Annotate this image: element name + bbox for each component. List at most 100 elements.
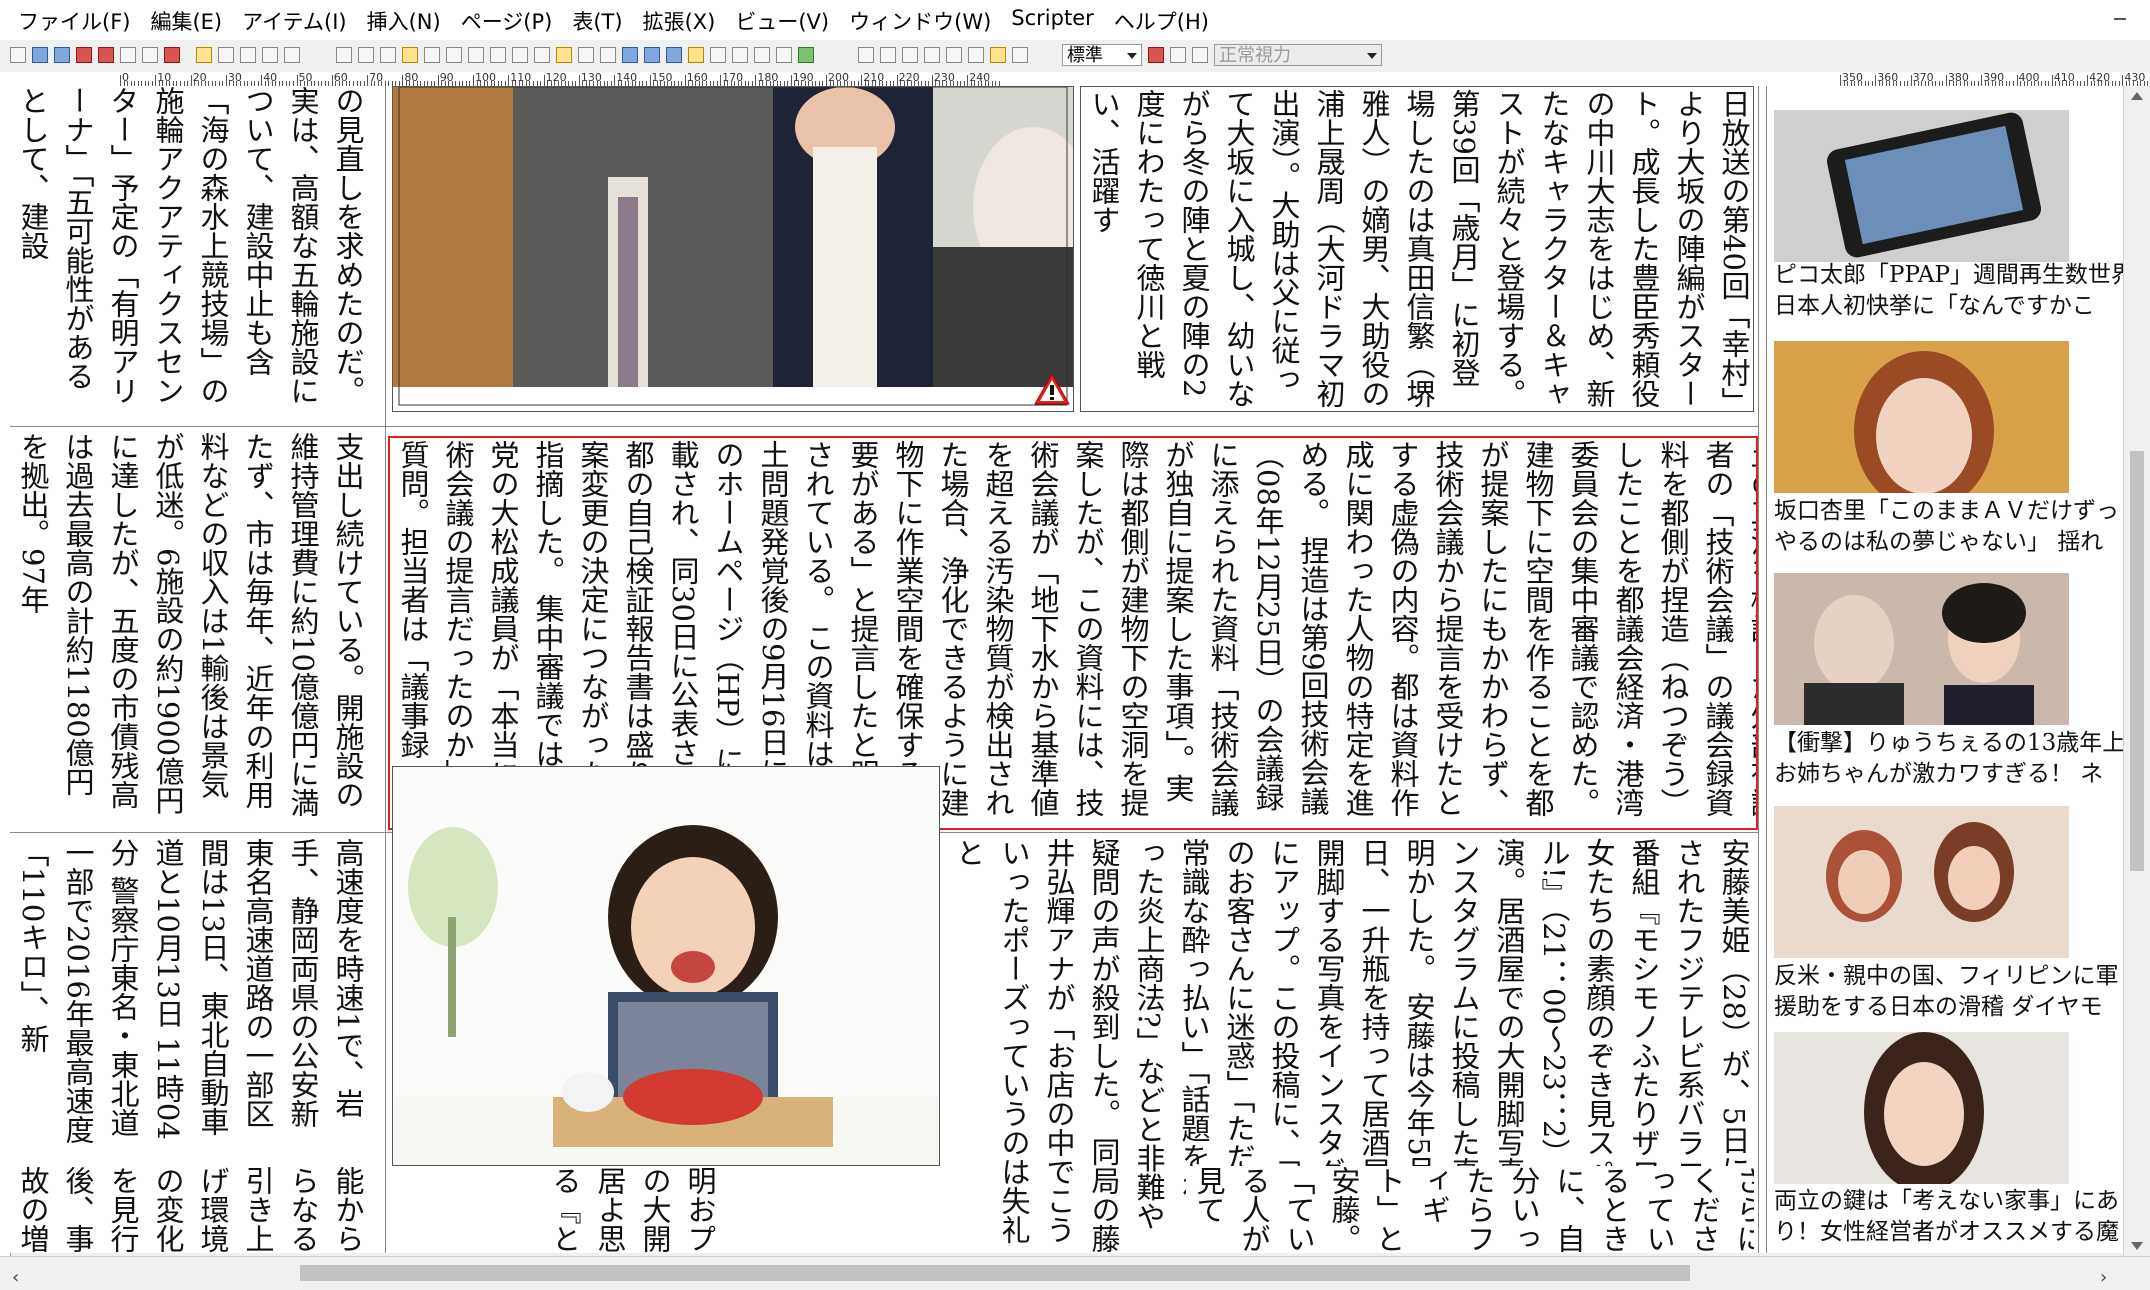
ad-caption-5a[interactable]: 両立の鍵は「考えない家事」にあ (1774, 1186, 2123, 1217)
scroll-up-icon[interactable] (2131, 92, 2143, 100)
text-tool-icon[interactable] (358, 47, 374, 63)
menu-item[interactable]: ヘルプ(H) (1104, 4, 1219, 38)
note-icon[interactable] (990, 47, 1006, 63)
scissors-icon[interactable] (240, 47, 256, 63)
ad-image-5[interactable] (1774, 1032, 2069, 1184)
view-select[interactable]: 正常視力 (1214, 44, 1382, 66)
ad-image-4[interactable] (1774, 806, 2069, 958)
ruler-label: 120 (545, 72, 567, 84)
toolbar: 標準 正常視力 (0, 40, 2150, 73)
menu-item[interactable]: 編集(E) (140, 4, 232, 38)
style-select[interactable]: 標準 (1062, 44, 1142, 66)
ad-caption-3a[interactable]: 【衝撃】りゅうちぇるの13歳年上 (1774, 728, 2123, 759)
open-icon[interactable] (32, 47, 48, 63)
grid-tool-icon[interactable] (710, 47, 726, 63)
clipboard-icon[interactable] (284, 47, 300, 63)
oval-tool-icon[interactable] (468, 47, 484, 63)
pen-tool-icon[interactable] (556, 47, 572, 63)
list-tool-icon[interactable] (924, 47, 940, 63)
cut-icon[interactable] (98, 47, 114, 63)
horizontal-scrollbar[interactable]: ‹ › (0, 1256, 2150, 1290)
paste-icon[interactable] (262, 47, 278, 63)
picture-box-icon[interactable] (380, 47, 396, 63)
redo-icon[interactable] (218, 47, 234, 63)
article-col-d[interactable]: キロ）と新東名ターチェンジ（東北道花巻南ー同庁によると、は80キロのま大型貨物車… (10, 1166, 380, 1253)
ad-caption-2a[interactable]: 坂口杏里「このままＡＶだけずっ (1774, 496, 2123, 527)
scroll-right-icon[interactable]: › (2100, 1267, 2107, 1288)
article-sanada[interactable]: 【真田丸】幸村伝説のはじまり 大坂の陣編の新キャスト紹介 NHKで放送中の大河ド… (1080, 86, 1754, 412)
scissors-tool-icon[interactable] (578, 47, 594, 63)
save-icon[interactable] (54, 47, 70, 63)
undo-icon[interactable] (196, 47, 212, 63)
close-icon[interactable] (76, 47, 92, 63)
scroll-left-icon[interactable]: ‹ (12, 1267, 19, 1288)
ad-caption-4b[interactable]: 援助をする日本の滑稽 ダイヤモ (1774, 992, 2123, 1023)
crop-tool-icon[interactable] (776, 47, 792, 63)
ad-caption-1b[interactable]: 日本人初快挙に「なんですかこ (1774, 291, 2123, 322)
horizontal-scroll-thumb[interactable] (300, 1265, 1690, 1281)
pointer-icon[interactable] (336, 47, 352, 63)
eyedropper-icon[interactable] (798, 47, 814, 63)
vertical-scrollbar[interactable] (2123, 86, 2150, 1256)
ruler-label: 380 (1947, 72, 1969, 84)
checkbox-tool-icon[interactable] (880, 47, 896, 63)
pdf-icon[interactable] (164, 47, 180, 63)
link-tool-icon[interactable] (600, 47, 616, 63)
horizontal-ruler[interactable]: 0 10 20 30 40 50 60 70 80 90 100 110 120 130 140 150 160… (0, 72, 2150, 87)
ad-image-2[interactable] (1774, 341, 2069, 493)
ad-image-3[interactable] (1774, 573, 2069, 725)
menu-item[interactable]: ページ(P) (451, 4, 563, 38)
eye-icon[interactable] (1170, 47, 1186, 63)
layout-canvas[interactable]: 五輪を開催した長野市だ。前例がある。1998年に冬季設が「負の遺産」となった施め… (10, 86, 2123, 1253)
article-ando-continued[interactable]: いうか、かなり」ズ…」と指摘すは「営業してなし、知り合いの従業員の方も一でいた」… (1186, 1166, 1754, 1253)
align-tool-icon[interactable] (754, 47, 770, 63)
pencil-icon[interactable] (1192, 47, 1208, 63)
ruler-label: 130 (580, 72, 602, 84)
article-col-c[interactable]: た。来年度中にも速度標識げる方針を決めたと発表し10キロに試験的に引き上委員会が… (10, 838, 380, 1150)
menu-item[interactable]: 拡張(X) (633, 4, 726, 38)
menu-item[interactable]: 表(T) (562, 4, 632, 38)
line-tool-icon[interactable] (534, 47, 550, 63)
table-tool-icon[interactable] (402, 47, 418, 63)
shape-tool-icon[interactable] (446, 47, 462, 63)
color-icon[interactable] (1148, 47, 1164, 63)
spiral-tool-icon[interactable] (490, 47, 506, 63)
article-col-b[interactable]: に建設費返済は終わりそう催から約20年を経た来年度円を支出し続けている。開施設の… (10, 432, 380, 822)
ad-caption-5b[interactable]: り！女性経営者がオススメする魔 (1774, 1217, 2123, 1248)
rectangle-tool-icon[interactable] (424, 47, 440, 63)
frame-tool-icon[interactable] (666, 47, 682, 63)
textfield-tool-icon[interactable] (968, 47, 984, 63)
format-painter-icon[interactable] (688, 47, 704, 63)
menu-item[interactable]: Scripter (1001, 4, 1103, 38)
article-col-a[interactable]: 五輪を開催した長野市だ。前例がある。1998年に冬季設が「負の遺産」となった施め… (10, 86, 380, 416)
scroll-down-icon[interactable] (2131, 1242, 2143, 1250)
new-document-icon[interactable] (10, 47, 26, 63)
button-tool-icon[interactable] (858, 47, 874, 63)
vertical-scroll-thumb[interactable] (2130, 451, 2144, 871)
photo-frame-bottom[interactable] (392, 766, 940, 1166)
popup-tool-icon[interactable] (946, 47, 962, 63)
article-ando-continued-text: いうか、かなり」ズ…」と指摘すは「営業してなし、知り合いの従業員の方も一でいた」… (1192, 1166, 1754, 1253)
ad-caption-4a[interactable]: 反米・親中の国、フィリピンに軍 (1774, 961, 2123, 992)
menu-item[interactable]: アイテム(I) (232, 4, 356, 38)
hand-tool-icon[interactable] (622, 47, 638, 63)
ruler-label: 400 (2018, 72, 2040, 84)
ad-caption-3b[interactable]: お姉ちゃんが激カワすぎる！ ネ (1774, 759, 2123, 790)
ad-caption-1a[interactable]: ピコ太郎「PPAP」週間再生数世界 (1774, 260, 2123, 291)
menu-item[interactable]: ビュー(V) (725, 4, 839, 38)
menu-item[interactable]: ファイル(F) (8, 4, 140, 38)
magnifier-icon[interactable] (644, 47, 660, 63)
column-tool-icon[interactable] (732, 47, 748, 63)
photo-frame-top[interactable] (392, 86, 1074, 412)
article-partial-bottom[interactable]: 明おプの大開居よ思る『と (542, 1166, 942, 1253)
menu-item[interactable]: ウィンドウ(W) (839, 4, 1001, 38)
menu-item[interactable]: 挿入(N) (357, 4, 451, 38)
radio-tool-icon[interactable] (902, 47, 918, 63)
checklist-icon[interactable] (1012, 47, 1028, 63)
ad-caption-2b[interactable]: やるのは私の夢じゃない」 揺れ (1774, 527, 2123, 558)
ad-image-1[interactable] (1774, 110, 2069, 262)
print-icon[interactable] (120, 47, 136, 63)
minimize-button[interactable] (2100, 2, 2140, 38)
zoom-tool-icon[interactable] (512, 47, 528, 63)
copy-icon[interactable] (142, 47, 158, 63)
